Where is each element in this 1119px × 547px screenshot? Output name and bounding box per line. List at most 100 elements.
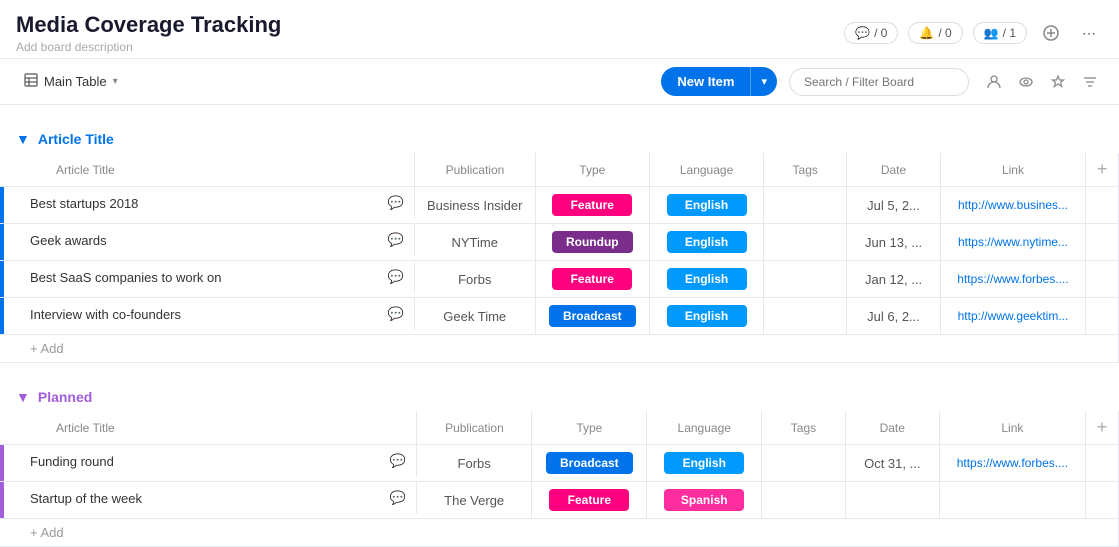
new-item-wrap: New Item ▾ — [661, 67, 777, 96]
main-group-title[interactable]: Article Title — [38, 131, 114, 147]
planned-col-header-tags: Tags — [762, 411, 846, 445]
cell-link[interactable]: https://www.forbes.... — [939, 445, 1085, 482]
cell-language[interactable]: English — [649, 187, 763, 224]
cell-plus — [1086, 482, 1119, 519]
chat-icon[interactable]: 💬 — [388, 306, 404, 322]
cell-type[interactable]: Roundup — [535, 224, 649, 261]
cell-type[interactable]: Feature — [532, 482, 647, 519]
language-badge[interactable]: English — [667, 231, 747, 253]
row-title: Best startups 2018 — [30, 196, 138, 211]
new-item-button[interactable]: New Item — [661, 67, 750, 96]
comment-count: / 0 — [874, 26, 887, 40]
main-table-label: Main Table — [44, 74, 107, 89]
add-row-label[interactable]: + Add — [20, 519, 1119, 547]
cell-link[interactable] — [939, 482, 1085, 519]
content: ▼ Article Title Article Title Publicatio… — [0, 125, 1119, 547]
language-badge[interactable]: English — [664, 452, 744, 474]
add-row[interactable]: + Add — [0, 335, 1119, 363]
cell-date: Oct 31, ... — [845, 445, 939, 482]
top-bar: Media Coverage Tracking Add board descri… — [0, 0, 1119, 59]
members-icon: 👥 — [984, 26, 999, 40]
cell-link[interactable]: http://www.geektim... — [940, 298, 1085, 335]
planned-group-chevron[interactable]: ▼ — [16, 389, 30, 405]
cell-title: Geek awards 💬 — [20, 224, 415, 256]
cell-type[interactable]: Feature — [535, 187, 649, 224]
more-icon: ⋯ — [1082, 25, 1096, 42]
cell-tags — [764, 261, 847, 298]
members-badge[interactable]: 👥 / 1 — [973, 22, 1027, 44]
cell-tags — [762, 482, 846, 519]
comment-badge[interactable]: 💬 / 0 — [844, 22, 898, 44]
type-badge[interactable]: Feature — [549, 489, 629, 511]
main-table-button[interactable]: Main Table ▾ — [16, 69, 126, 94]
language-badge[interactable]: English — [667, 194, 747, 216]
top-bar-left: Media Coverage Tracking Add board descri… — [16, 12, 281, 54]
main-group-chevron[interactable]: ▼ — [16, 131, 30, 147]
filter-icon[interactable] — [1077, 69, 1103, 95]
cell-link[interactable]: http://www.busines... — [940, 187, 1085, 224]
add-row-label[interactable]: + Add — [20, 335, 1119, 363]
planned-group: ▼ Planned Article Title Publication Type… — [0, 383, 1119, 547]
bell-badge[interactable]: 🔔 / 0 — [908, 22, 962, 44]
table-row: Geek awards 💬 NYTime Roundup English Jun… — [0, 224, 1119, 261]
cell-title: Best startups 2018 💬 — [20, 187, 415, 219]
new-item-dropdown-button[interactable]: ▾ — [750, 67, 777, 96]
table-row: Funding round 💬 Forbs Broadcast English … — [0, 445, 1119, 482]
cell-plus — [1086, 298, 1119, 335]
table-row: Startup of the week 💬 The Verge Feature … — [0, 482, 1119, 519]
type-badge[interactable]: Feature — [552, 268, 632, 290]
chat-icon[interactable]: 💬 — [388, 269, 404, 285]
col-add-column[interactable]: + — [1086, 153, 1119, 187]
chat-icon[interactable]: 💬 — [390, 453, 406, 469]
invite-button[interactable] — [1037, 19, 1065, 47]
cell-language[interactable]: English — [649, 298, 763, 335]
cell-language[interactable]: English — [649, 261, 763, 298]
language-badge[interactable]: English — [667, 268, 747, 290]
planned-col-add-column[interactable]: + — [1086, 411, 1119, 445]
type-badge[interactable]: Broadcast — [546, 452, 633, 474]
planned-group-header: ▼ Planned — [0, 383, 1119, 411]
planned-col-header-type: Type — [532, 411, 647, 445]
search-input[interactable] — [789, 68, 969, 96]
planned-col-header-title: Article Title — [20, 411, 417, 445]
row-title: Geek awards — [30, 233, 107, 248]
main-table-wrapper: Article Title Publication Type Language … — [0, 153, 1119, 363]
cell-link[interactable]: https://www.forbes.... — [940, 261, 1085, 298]
top-bar-right: 💬 / 0 🔔 / 0 👥 / 1 ⋯ — [844, 19, 1103, 47]
more-options-button[interactable]: ⋯ — [1075, 19, 1103, 47]
bell-icon: 🔔 — [919, 26, 934, 40]
col-header-date: Date — [847, 153, 940, 187]
col-header-language: Language — [649, 153, 763, 187]
chat-icon[interactable]: 💬 — [388, 195, 404, 211]
cell-language[interactable]: English — [647, 445, 762, 482]
cell-type[interactable]: Broadcast — [532, 445, 647, 482]
cell-title: Interview with co-founders 💬 — [20, 298, 415, 330]
person-icon[interactable] — [981, 69, 1007, 95]
cell-plus — [1086, 445, 1119, 482]
planned-group-title[interactable]: Planned — [38, 389, 92, 405]
cell-plus — [1086, 261, 1119, 298]
cell-type[interactable]: Feature — [535, 261, 649, 298]
chat-icon[interactable]: 💬 — [388, 232, 404, 248]
pin-icon[interactable] — [1045, 69, 1071, 95]
language-badge[interactable]: Spanish — [664, 489, 744, 511]
type-badge[interactable]: Broadcast — [549, 305, 636, 327]
cell-publication: NYTime — [415, 224, 535, 261]
add-row[interactable]: + Add — [0, 519, 1119, 547]
table-row: Interview with co-founders 💬 Geek Time B… — [0, 298, 1119, 335]
board-description[interactable]: Add board description — [16, 40, 281, 54]
cell-language[interactable]: English — [649, 224, 763, 261]
chevron-down-icon: ▾ — [113, 76, 118, 87]
cell-type[interactable]: Broadcast — [535, 298, 649, 335]
cell-link[interactable]: https://www.nytime... — [940, 224, 1085, 261]
language-badge[interactable]: English — [667, 305, 747, 327]
cell-date: Jul 5, 2... — [847, 187, 940, 224]
eye-icon[interactable] — [1013, 69, 1039, 95]
planned-table-wrapper: Article Title Publication Type Language … — [0, 411, 1119, 547]
planned-col-header-date: Date — [845, 411, 939, 445]
type-badge[interactable]: Feature — [552, 194, 632, 216]
chat-icon[interactable]: 💬 — [390, 490, 406, 506]
cell-language[interactable]: Spanish — [647, 482, 762, 519]
type-badge[interactable]: Roundup — [552, 231, 633, 253]
cell-publication: Business Insider — [415, 187, 535, 224]
